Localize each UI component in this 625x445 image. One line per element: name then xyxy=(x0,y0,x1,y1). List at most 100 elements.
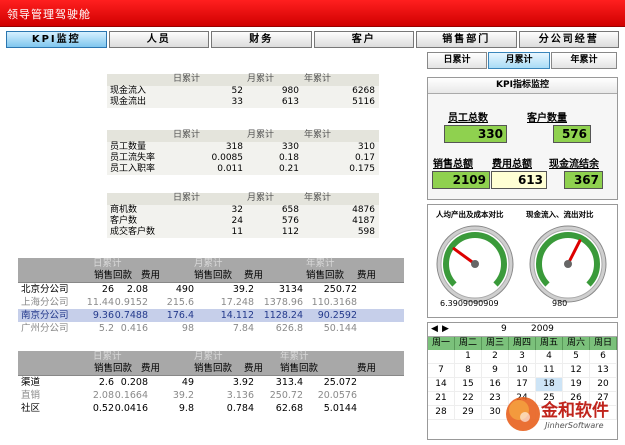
cash-balance-value: 367 xyxy=(564,171,603,189)
cell-day: 33 xyxy=(231,97,243,107)
kpi-title: KPI指标监控 xyxy=(428,78,617,94)
channel-table: 日累计 月累计 年累计 销售回款 费用 销售回款 费用 销售回款 费用 渠道 2.… xyxy=(18,351,404,415)
calendar-month: 9 xyxy=(501,324,507,334)
row-label: 社区 xyxy=(21,403,41,414)
row-label: 员工数量 xyxy=(110,142,147,152)
gauge-left xyxy=(436,225,514,303)
staff-total-value: 330 xyxy=(444,125,507,143)
calendar-weekday: 周四 xyxy=(509,337,536,350)
calendar-day[interactable]: 29 xyxy=(455,406,482,420)
table-cell: 490 xyxy=(175,284,194,295)
table-row: 现金流出 33 613 5116 xyxy=(107,97,379,108)
table-row: 员工流失率 0.0085 0.18 0.17 xyxy=(107,153,379,164)
cell-day: 11 xyxy=(231,227,243,237)
table-row[interactable]: 渠道 2.6 0.208 49 3.92 313.4 25.072 xyxy=(18,376,404,389)
cell-year: 310 xyxy=(357,142,375,152)
branch-table: 日累计 月累计 年累计 销售回款 费用 销售回款 费用 销售回款 费用 北京分公… xyxy=(18,258,404,335)
tab-sales-dept[interactable]: 销售部门 xyxy=(416,31,517,48)
table-row: 商机数 32 658 4876 xyxy=(107,205,379,216)
sub-header: 费用 xyxy=(141,270,161,281)
table-cell: 9.8 xyxy=(178,403,194,414)
table-row[interactable]: 社区 0.52 0.0416 9.8 0.784 62.68 5.0144 xyxy=(18,402,404,415)
table-row: 成交客户数 11 112 598 xyxy=(107,227,379,238)
company-logo: 金和软件 JinherSoftware xyxy=(503,388,621,442)
sub-header: 销售回款 xyxy=(280,363,319,374)
calendar-day[interactable]: 7 xyxy=(428,364,455,378)
calendar-next-button[interactable]: ▶ xyxy=(442,324,449,334)
calendar-empty-cell xyxy=(428,350,455,364)
tab-branch[interactable]: 分公司经营 xyxy=(518,31,619,48)
calendar-day[interactable]: 12 xyxy=(563,364,590,378)
group-header-year: 年累计 xyxy=(306,258,335,269)
cell-year: 5116 xyxy=(352,97,375,107)
calendar-day[interactable]: 22 xyxy=(455,392,482,406)
table-row: 客户数 24 576 4187 xyxy=(107,216,379,227)
period-tab-year[interactable]: 年累计 xyxy=(551,52,617,69)
table-cell: 176.4 xyxy=(166,310,194,321)
table-cell: 90.2592 xyxy=(317,310,357,321)
calendar-day[interactable]: 5 xyxy=(563,350,590,364)
table-row[interactable]: 广州分公司 5.2 0.416 98 7.84 626.8 50.144 xyxy=(18,322,404,335)
sub-header: 费用 xyxy=(141,363,161,374)
gauges-panel: 人均产出及成本对比 现金流入、流出对比 6.3909090909 980 xyxy=(427,204,618,318)
sub-header: 销售回款 xyxy=(194,363,233,374)
table-cell: 49 xyxy=(181,377,194,388)
group-header-day: 日累计 xyxy=(93,258,122,269)
calendar-prev-button[interactable]: ◀ xyxy=(431,324,438,334)
group-header-day: 日累计 xyxy=(93,351,122,362)
calendar-day[interactable]: 28 xyxy=(428,406,455,420)
calendar-day[interactable]: 15 xyxy=(455,378,482,392)
tab-kpi[interactable]: KPI监控 xyxy=(6,31,107,48)
col-header-day: 日累计 xyxy=(173,130,201,140)
period-tab-month[interactable]: 月累计 xyxy=(488,52,550,69)
row-label: 员工流失率 xyxy=(110,153,156,163)
table-row[interactable]: 南京分公司 9.36 0.7488 176.4 14.112 1128.24 90.2592 xyxy=(18,309,404,322)
sub-header: 销售回款 xyxy=(94,270,133,281)
table-row[interactable]: 直销 2.08 0.1664 39.2 3.136 250.72 20.0576 xyxy=(18,389,404,402)
cell-month: 576 xyxy=(281,216,299,226)
calendar-day[interactable]: 1 xyxy=(455,350,482,364)
customer-count-label: 客户数量 xyxy=(527,113,567,124)
calendar-year: 2009 xyxy=(531,324,554,334)
cell-year: 6268 xyxy=(352,86,375,96)
calendar-day[interactable]: 13 xyxy=(590,364,617,378)
table-cell: 39.2 xyxy=(172,390,194,401)
table-row[interactable]: 上海分公司 11.44 0.9152 215.6 17.248 1378.96 110.31… xyxy=(18,296,404,309)
table-row[interactable]: 北京分公司 26 2.08 490 39.2 3134 250.72 xyxy=(18,283,404,296)
calendar-day[interactable]: 6 xyxy=(590,350,617,364)
calendar-day[interactable]: 2 xyxy=(482,350,509,364)
gauge-left-value: 6.3909090909 xyxy=(440,299,499,308)
period-tab-day[interactable]: 日累计 xyxy=(427,52,487,69)
tab-staff[interactable]: 人员 xyxy=(108,31,209,48)
calendar-day[interactable]: 3 xyxy=(509,350,536,364)
row-label: 现金流出 xyxy=(110,97,147,107)
calendar-day[interactable]: 8 xyxy=(455,364,482,378)
table-cell: 50.144 xyxy=(323,323,357,334)
cell-day: 52 xyxy=(231,86,243,96)
title-bar: 领导管理驾驶舱 xyxy=(0,0,625,27)
tab-finance[interactable]: 财务 xyxy=(211,31,312,48)
cell-year: 4187 xyxy=(352,216,375,226)
table-cell: 5.0144 xyxy=(323,403,357,414)
tab-customer[interactable]: 客户 xyxy=(313,31,414,48)
calendar-day[interactable]: 11 xyxy=(536,364,563,378)
sales-total-label: 销售总额 xyxy=(433,159,473,170)
calendar-weekday: 周五 xyxy=(536,337,563,350)
cell-month: 330 xyxy=(281,142,299,152)
cell-month: 613 xyxy=(281,97,299,107)
sub-header: 费用 xyxy=(244,363,264,374)
cost-total-label: 费用总额 xyxy=(492,159,532,170)
table-cell: 250.72 xyxy=(323,284,357,295)
row-label: 员工入职率 xyxy=(110,164,156,174)
calendar-day[interactable]: 14 xyxy=(428,378,455,392)
table-row: 现金流入 52 980 6268 xyxy=(107,86,379,97)
calendar-day[interactable]: 10 xyxy=(509,364,536,378)
calendar-weekday: 周三 xyxy=(482,337,509,350)
calendar-day[interactable]: 4 xyxy=(536,350,563,364)
cost-total-value: 613 xyxy=(491,171,547,189)
calendar-day[interactable]: 21 xyxy=(428,392,455,406)
group-header-month: 月累计 xyxy=(194,351,223,362)
calendar-day[interactable]: 9 xyxy=(482,364,509,378)
cell-month: 658 xyxy=(281,205,299,215)
cell-day: 0.011 xyxy=(217,164,243,174)
